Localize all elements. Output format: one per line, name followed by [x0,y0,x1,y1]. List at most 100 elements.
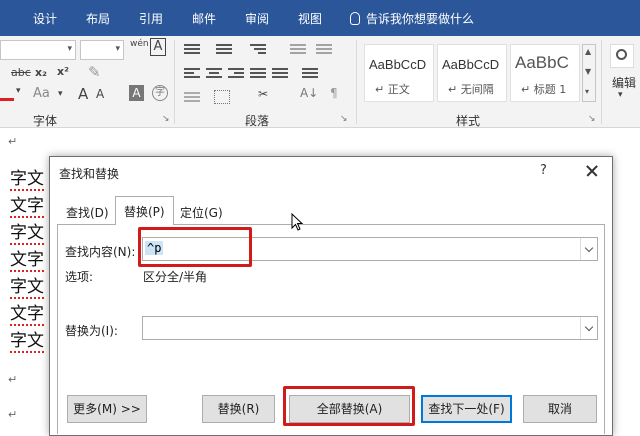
mouse-pointer-icon [291,213,304,231]
tab-replace[interactable]: 替换(P) [115,196,174,225]
replace-with-input[interactable] [142,316,598,340]
style-name: ↵ 无间隔 [448,83,494,96]
tell-me-box[interactable]: 告诉我你想要做什么 [350,10,474,27]
decrease-indent-icon[interactable] [290,42,306,56]
tab-mailings[interactable]: 邮件 [192,10,216,27]
numbering-icon[interactable] [216,42,232,56]
strikethrough-icon[interactable]: abc [11,66,31,79]
replace-button[interactable]: 替换(R) [202,395,275,423]
help-button[interactable]: ? [540,163,547,178]
lightbulb-icon [350,12,360,25]
phonetic-guide-icon[interactable]: wén [130,40,149,49]
show-marks-icon[interactable]: ¶ [330,86,338,100]
multilevel-list-icon[interactable] [250,42,266,56]
superscript-icon[interactable]: x² [57,65,69,78]
search-icon [616,49,627,60]
chevron-down-icon: ▾ [67,44,72,54]
chevron-down-icon[interactable] [580,238,597,260]
chevron-down-icon: ▾ [618,90,623,100]
dialog-launcher-icon[interactable]: ↘ [588,114,596,124]
sort-icon[interactable]: A↓ [300,86,318,100]
doc-line: 字文 [10,277,44,299]
style-normal[interactable]: AaBbCcD ↵ 正文 [364,44,434,102]
ribbon: ▾ ▾ wén A abc x₂ x² ✎ ▾ Aa ▾ A A A 字 字体 … [0,36,640,128]
more-styles-icon: ▾ [585,87,590,96]
dialog-title: 查找和替换 [59,167,120,181]
styles-group-label: 样式 [456,114,481,128]
bullets-icon[interactable] [184,42,200,56]
grow-font-icon[interactable]: A [78,85,88,103]
style-name: ↵ 标题 1 [521,83,567,96]
dialog-launcher-icon[interactable]: ↘ [162,114,170,124]
doc-line: 字文 [10,331,44,353]
close-icon[interactable] [580,159,604,183]
replace-all-highlight [283,386,415,426]
chevron-down-icon: ▾ [115,44,120,54]
align-center-icon[interactable] [206,66,222,80]
paragraph-mark: ↵ [8,373,18,386]
doc-line: 字文 [10,169,44,191]
tab-layout[interactable]: 布局 [86,10,110,27]
align-left-icon[interactable] [184,66,200,80]
paragraph-group-label: 段落 [245,114,270,128]
tab-design[interactable]: 设计 [33,10,57,27]
doc-line: 字文 [10,223,44,245]
chevron-down-icon: ▾ [58,89,63,99]
find-what-label: 查找内容(N): [65,245,136,259]
options-value: 区分全/半角 [143,270,208,284]
font-color-icon[interactable] [0,98,14,101]
find-next-button[interactable]: 查找下一处(F) [421,395,512,423]
more-button[interactable]: 更多(M) >> [67,395,147,423]
menu-bar: 设计 布局 引用 邮件 审阅 视图 告诉我你想要做什么 [0,0,640,36]
group-divider [356,40,357,124]
shading-icon[interactable] [184,90,200,104]
doc-line: 文字 [10,250,44,272]
paragraph-mark: ↵ [8,408,18,421]
chevron-down-icon: ▾ [16,86,21,96]
replace-with-label: 替换为(I): [65,324,118,338]
chevron-down-icon[interactable] [580,317,597,339]
borders-icon[interactable] [214,90,230,104]
paragraph-mark: ↵ [8,135,18,148]
line-spacing-icon[interactable] [302,66,318,80]
enclose-characters-icon[interactable]: 字 [152,85,168,101]
find-replace-dialog: 查找和替换 ? 查找(D) 替换(P) 定位(G) 查找内容(N): ^p 选项… [49,156,613,436]
chinese-layout-icon[interactable]: ✂ [258,87,268,101]
tab-goto[interactable]: 定位(G) [172,198,231,224]
style-sample: AaBbCcD [442,57,500,72]
styles-scroll[interactable]: ▲ ▼ ▾ [582,44,596,102]
tab-review[interactable]: 审阅 [245,10,269,27]
increase-indent-icon[interactable] [316,42,332,56]
dialog-launcher-icon[interactable]: ↘ [340,114,348,124]
style-heading-1[interactable]: AaBbC ↵ 标题 1 [510,44,580,102]
subscript-icon[interactable]: x₂ [35,66,47,79]
clear-formatting-icon[interactable]: ✎ [88,63,101,81]
group-divider [174,40,175,124]
justify-icon[interactable] [250,66,266,80]
tab-find[interactable]: 查找(D) [58,198,117,224]
style-sample: AaBbC [515,53,569,72]
font-group-label: 字体 [33,114,58,128]
editing-label: 编辑 [612,76,637,90]
doc-line: 文字 [10,304,44,326]
group-divider [601,40,602,124]
font-name-box[interactable]: ▾ [0,40,76,60]
align-right-icon[interactable] [228,66,244,80]
distributed-icon[interactable] [272,66,288,80]
tell-me-text: 告诉我你想要做什么 [366,12,475,26]
tab-view[interactable]: 视图 [298,10,322,27]
style-name: ↵ 正文 [375,83,410,96]
find-value-highlight [138,227,252,267]
style-no-spacing[interactable]: AaBbCcD ↵ 无间隔 [437,44,507,102]
tab-references[interactable]: 引用 [139,10,163,27]
editing-button[interactable] [610,44,634,68]
doc-line: 文字 [10,196,44,218]
options-label: 选项: [65,270,94,284]
shrink-font-icon[interactable]: A [96,87,104,101]
character-shading-icon[interactable]: A [129,85,144,101]
character-border-icon[interactable]: A [150,38,166,56]
chevron-up-icon: ▲ [585,47,592,56]
font-size-box[interactable]: ▾ [80,40,124,60]
cancel-button[interactable]: 取消 [523,395,597,423]
change-case-icon[interactable]: Aa [33,86,50,101]
